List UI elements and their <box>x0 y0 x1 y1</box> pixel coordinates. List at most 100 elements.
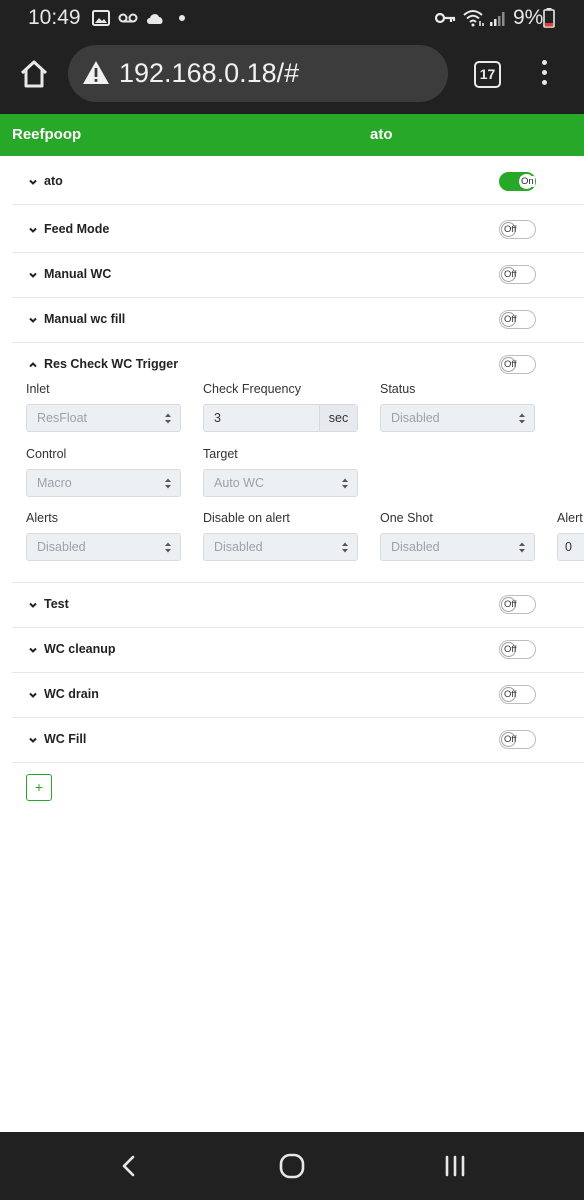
status-select[interactable]: Disabled <box>380 404 535 432</box>
macro-toggle[interactable]: On <box>499 172 536 191</box>
inlet-select[interactable]: ResFloat <box>26 404 181 432</box>
one-shot-value: Disabled <box>391 540 440 554</box>
status-value: Disabled <box>391 411 440 425</box>
select-caret-icon <box>342 478 348 489</box>
toggle-state: Off <box>504 644 517 655</box>
inlet-value: ResFloat <box>37 411 88 425</box>
chevron-down-icon[interactable] <box>28 735 38 745</box>
check-frequency-unit: sec <box>319 405 357 431</box>
dot-icon <box>179 15 185 21</box>
toggle-state: Off <box>504 689 517 700</box>
chevron-down-icon[interactable] <box>28 600 38 610</box>
wifi-icon <box>463 10 484 27</box>
macro-toggle[interactable]: Off <box>499 640 536 659</box>
status-bar: 10:49 9% <box>0 0 584 36</box>
select-caret-icon <box>165 542 171 553</box>
one-shot-select[interactable]: Disabled <box>380 533 535 561</box>
toggle-state: Off <box>504 314 517 325</box>
chevron-down-icon[interactable] <box>28 177 38 187</box>
toggle-state: Off <box>504 269 517 280</box>
image-icon <box>92 10 110 26</box>
battery-level: 9% <box>513 6 544 29</box>
one-shot-label: One Shot <box>380 511 433 525</box>
macro-row-manual-wc-fill[interactable]: Manual wc fill Off <box>12 298 584 343</box>
select-caret-icon <box>519 542 525 553</box>
address-bar[interactable]: 192.168.0.18/# <box>68 45 448 102</box>
target-select[interactable]: Auto WC <box>203 469 358 497</box>
check-frequency-value: 3 <box>214 411 221 425</box>
signal-icon <box>490 12 505 26</box>
chevron-down-icon[interactable] <box>28 645 38 655</box>
key-icon <box>434 12 456 24</box>
chevron-down-icon[interactable] <box>28 690 38 700</box>
tabs-icon[interactable]: 17 <box>474 61 501 88</box>
inlet-label: Inlet <box>26 382 50 396</box>
macro-row-wc-fill[interactable]: WC Fill Off <box>12 718 584 763</box>
toggle-state: Off <box>504 599 517 610</box>
control-label: Control <box>26 447 67 461</box>
browser-toolbar: 192.168.0.18/# 17 <box>0 36 584 114</box>
control-value: Macro <box>37 476 72 490</box>
alert-cutoff-input[interactable]: 0 <box>557 533 584 561</box>
macro-toggle[interactable]: Off <box>499 220 536 239</box>
macro-toggle[interactable]: Off <box>499 355 536 374</box>
page-title: ato <box>370 126 393 143</box>
macro-row-wc-drain[interactable]: WC drain Off <box>12 673 584 718</box>
macro-label[interactable]: Manual WC <box>44 267 111 281</box>
nav-home-icon[interactable] <box>278 1152 306 1180</box>
toggle-state: On <box>520 176 535 187</box>
alert-cutoff-value: 0 <box>565 540 572 554</box>
target-label: Target <box>203 447 238 461</box>
overflow-menu-icon[interactable] <box>537 60 551 90</box>
macro-label[interactable]: Manual wc fill <box>44 312 125 326</box>
select-caret-icon <box>165 413 171 424</box>
control-select[interactable]: Macro <box>26 469 181 497</box>
macro-label[interactable]: Feed Mode <box>44 222 109 236</box>
macro-label[interactable]: Test <box>44 597 69 611</box>
select-caret-icon <box>519 413 525 424</box>
macro-label[interactable]: ato <box>44 174 63 188</box>
home-icon[interactable] <box>18 58 50 90</box>
alert-cutoff-label: Alert <box>557 511 583 525</box>
disable-on-alert-label: Disable on alert <box>203 511 290 525</box>
macro-toggle[interactable]: Off <box>499 730 536 749</box>
disable-on-alert-value: Disabled <box>214 540 263 554</box>
macro-label[interactable]: WC drain <box>44 687 99 701</box>
chevron-down-icon[interactable] <box>28 225 38 235</box>
status-label: Status <box>380 382 416 396</box>
macro-row-wc-cleanup[interactable]: WC cleanup Off <box>12 628 584 673</box>
back-icon[interactable] <box>118 1154 140 1178</box>
macro-row-manual-wc[interactable]: Manual WC Off <box>12 253 584 298</box>
macro-row-ato[interactable]: ato On <box>12 160 584 205</box>
macro-toggle[interactable]: Off <box>499 310 536 329</box>
macro-toggle[interactable]: Off <box>499 685 536 704</box>
recent-apps-icon[interactable] <box>442 1154 468 1178</box>
voicemail-icon <box>118 13 138 23</box>
warning-icon[interactable] <box>82 59 110 87</box>
toggle-state: Off <box>504 359 517 370</box>
macro-row-test[interactable]: Test Off <box>12 583 584 628</box>
chevron-down-icon[interactable] <box>28 315 38 325</box>
add-macro-button[interactable]: + <box>26 774 52 801</box>
chevron-down-icon[interactable] <box>28 270 38 280</box>
alerts-value: Disabled <box>37 540 86 554</box>
cloud-icon <box>147 14 163 24</box>
status-time: 10:49 <box>28 6 81 29</box>
alerts-label: Alerts <box>26 511 58 525</box>
check-frequency-label: Check Frequency <box>203 382 301 396</box>
battery-icon <box>543 8 555 28</box>
toggle-state: Off <box>504 734 517 745</box>
macro-label[interactable]: WC Fill <box>44 732 86 746</box>
disable-on-alert-select[interactable]: Disabled <box>203 533 358 561</box>
check-frequency-input[interactable]: 3 sec <box>203 404 358 432</box>
url-text[interactable]: 192.168.0.18/# <box>119 58 299 89</box>
system-nav-bar <box>0 1132 584 1200</box>
macro-row-feed-mode[interactable]: Feed Mode Off <box>12 208 584 253</box>
macro-label[interactable]: WC cleanup <box>44 642 116 656</box>
macro-label[interactable]: Res Check WC Trigger <box>44 357 178 371</box>
chevron-up-icon[interactable] <box>28 360 38 370</box>
alerts-select[interactable]: Disabled <box>26 533 181 561</box>
macro-toggle[interactable]: Off <box>499 265 536 284</box>
brand-link[interactable]: Reefpoop <box>12 126 81 143</box>
macro-toggle[interactable]: Off <box>499 595 536 614</box>
